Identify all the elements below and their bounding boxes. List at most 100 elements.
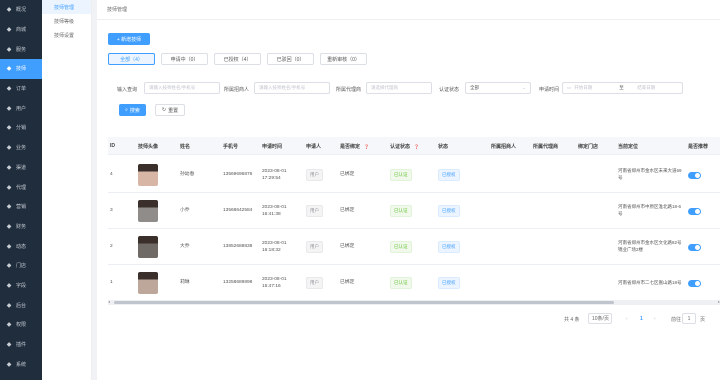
sidebar-item[interactable]: ◆ 技师	[0, 59, 42, 79]
applicant-tag: 用户	[306, 205, 323, 217]
column-header: 申请人	[306, 143, 322, 150]
sidebar-item-label: 概况	[16, 7, 27, 14]
date-range-picker[interactable]: ▭ 开始日期 至 结束日期	[562, 82, 683, 94]
agent-select[interactable]: 请选择代理商	[366, 82, 432, 94]
submenu-item[interactable]: 技师管理	[42, 0, 91, 14]
sidebar-item[interactable]: ◆ 订单	[0, 79, 42, 99]
time-date: 2023-08-01	[262, 240, 287, 246]
cell-applicant: 用户	[306, 193, 323, 229]
column-header: 技师头像	[138, 143, 159, 150]
help-icon[interactable]: ❓	[364, 137, 369, 155]
applicant-tag: 用户	[306, 169, 323, 181]
cell-status: 已授权	[438, 157, 460, 193]
scrollbar-thumb[interactable]	[114, 301, 614, 304]
add-technician-button[interactable]: + 新增技师	[108, 33, 150, 45]
cell-cert: 已认证	[390, 229, 412, 265]
keyword-input[interactable]: 请输入技师姓名/手机号	[144, 82, 220, 94]
cell-name: 小乔	[180, 208, 190, 214]
cell-bound: 已绑定	[340, 172, 355, 178]
date-start: 开始日期	[574, 85, 593, 90]
status-tag: 已授权	[438, 241, 460, 253]
column-header: 手机号	[223, 143, 239, 150]
sidebar-item-label: 用户	[16, 105, 27, 112]
time-date: 2023-08-01	[262, 168, 287, 174]
recommend-toggle[interactable]	[688, 243, 701, 251]
page-size-value: 10条/页	[592, 316, 609, 322]
next-page-icon[interactable]: ›	[654, 316, 656, 322]
jump-input[interactable]: 1	[682, 313, 696, 324]
horizontal-scrollbar[interactable]: ◂ ▸	[108, 299, 720, 305]
sidebar-item-label: 营销	[16, 204, 27, 211]
technician-icon: ◆	[6, 66, 12, 73]
sidebar-item[interactable]: ◆ 系统	[0, 354, 42, 374]
sidebar-item[interactable]: ◆ 插件	[0, 335, 42, 355]
agent-icon: ◆	[6, 184, 12, 191]
time-clock: 16:18:32	[262, 248, 281, 253]
sidebar-item[interactable]: ◆ 渠道	[0, 158, 42, 178]
cell-bound: 已绑定	[340, 208, 355, 214]
sidebar-item[interactable]: ◆ 营销	[0, 197, 42, 217]
recommend-toggle[interactable]	[688, 207, 701, 215]
page-unit-label: 页	[700, 317, 706, 323]
cell-cert: 已认证	[390, 157, 412, 193]
submenu-item[interactable]: 技师设置	[42, 28, 91, 42]
cell-id: 3	[110, 208, 113, 214]
avatar[interactable]	[138, 236, 158, 258]
system-icon: ◆	[6, 361, 12, 368]
status-tab[interactable]: 申请中（0）	[161, 53, 208, 65]
sidebar-item[interactable]: ◆ 动态	[0, 236, 42, 256]
column-header: 绑定门店	[578, 143, 599, 150]
submenu-item[interactable]: 技师等级	[42, 14, 91, 28]
page-number-current[interactable]: 1	[640, 316, 643, 322]
share-icon: ◆	[6, 125, 12, 132]
sidebar-item[interactable]: ◆ 概况	[0, 0, 42, 20]
help-icon[interactable]: ❓	[414, 137, 419, 155]
sidebar-item[interactable]: ◆ 服务	[0, 39, 42, 59]
scroll-left-icon[interactable]: ◂	[108, 299, 110, 304]
cell-recommend	[688, 193, 701, 229]
cell-cert: 已认证	[390, 265, 412, 301]
shop-icon: ◆	[6, 27, 12, 34]
permission-icon: ◆	[6, 322, 12, 329]
prev-page-icon[interactable]: ‹	[626, 316, 628, 322]
cell-phone: 13568642584	[223, 208, 253, 214]
status-tab[interactable]: 已驳回（0）	[267, 53, 314, 65]
cell-applicant: 用户	[306, 157, 323, 193]
status-tab[interactable]: 重新审核（0）	[320, 53, 367, 65]
sidebar-item[interactable]: ◆ 分销	[0, 118, 42, 138]
sidebar-item[interactable]: ◆ 商城	[0, 20, 42, 40]
referrer-input[interactable]: 请输入技师姓名/手机号	[254, 82, 330, 94]
home-icon: ◆	[6, 7, 12, 14]
avatar[interactable]	[138, 272, 158, 294]
status-tab[interactable]: 已授权（4）	[214, 53, 261, 65]
sidebar-item[interactable]: ◆ 后台	[0, 295, 42, 315]
sidebar-item[interactable]: ◆ 用户	[0, 98, 42, 118]
time-clock: 15:47:16	[262, 284, 281, 289]
cell-time: 2023-08-01 15:47:16	[262, 265, 287, 301]
recommend-toggle[interactable]	[688, 171, 701, 179]
avatar[interactable]	[138, 200, 158, 222]
sidebar-item[interactable]: ◆ 代理	[0, 177, 42, 197]
cell-name: 大乔	[180, 244, 190, 250]
sidebar-item[interactable]: ◆ 权限	[0, 315, 42, 335]
cell-id: 4	[110, 172, 113, 178]
avatar[interactable]	[138, 164, 158, 186]
page-size-select[interactable]: 10条/页	[588, 313, 612, 324]
sidebar-item[interactable]: ◆ 业务	[0, 138, 42, 158]
cert-select[interactable]: 全部 ⌄	[465, 82, 531, 94]
column-header: 认证状态	[390, 143, 411, 150]
sidebar-item-label: 业务	[16, 145, 27, 152]
cell-location: 河南省郑州市金水区未来大道69号	[618, 168, 682, 180]
reset-button[interactable]: ↻ 重置	[155, 104, 185, 116]
recommend-toggle[interactable]	[688, 279, 701, 287]
time-date: 2023-08-01	[262, 204, 287, 210]
sidebar-item-label: 权限	[16, 322, 27, 329]
search-button-label: 搜索	[129, 107, 140, 114]
status-tab[interactable]: 全部（4）	[108, 53, 155, 65]
cell-id: 2	[110, 244, 113, 250]
search-button[interactable]: ⌕ 搜索	[119, 104, 146, 116]
sidebar-item[interactable]: ◆ 门店	[0, 256, 42, 276]
table-row: 2 大乔 13852688838 2023-08-01 16:18:32 用户 …	[108, 229, 720, 265]
sidebar-item[interactable]: ◆ 财务	[0, 217, 42, 237]
sidebar-item[interactable]: ◆ 字段	[0, 276, 42, 296]
